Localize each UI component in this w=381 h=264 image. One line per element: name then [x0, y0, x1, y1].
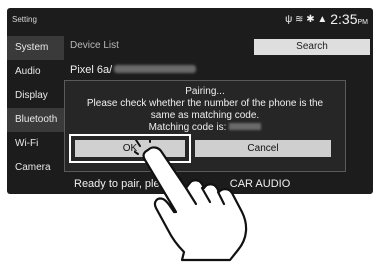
sidebar-item-label: Audio [15, 66, 41, 77]
sidebar-item-audio[interactable]: Audio [7, 60, 64, 84]
dialog-title: Pairing... [185, 86, 225, 97]
screen-title: Setting [12, 15, 37, 24]
sidebar-item-label: Wi-Fi [15, 138, 39, 149]
dialog-message-line1: Please check whether the number of the p… [86, 98, 324, 109]
clock-time: 2:35 [330, 11, 358, 27]
sidebar-item-label: Camera [15, 162, 51, 173]
clock-ampm: PM [357, 19, 369, 26]
sidebar-item-bluetooth[interactable]: Bluetooth [7, 108, 64, 132]
status-area: ψ ≋ ✱ ▲ 2:35PM [285, 11, 368, 27]
search-button[interactable]: Search [254, 39, 370, 55]
sidebar-item-display[interactable]: Display [7, 84, 64, 108]
device-name: Pixel 6a/ [70, 64, 113, 76]
device-list-item[interactable]: Pixel 6a/ [70, 59, 300, 81]
sidebar-item-camera[interactable]: Camera [7, 156, 64, 180]
matching-code-row: Matching code is: [65, 122, 345, 133]
redacted-code [229, 123, 262, 130]
matching-code-label: Matching code is: [148, 122, 227, 133]
sidebar-item-label: Bluetooth [15, 114, 58, 125]
sidebar-item-label: Display [15, 90, 48, 101]
status-icons: ψ ≋ ✱ ▲ [285, 14, 328, 25]
settings-sidebar: System Audio Display Bluetooth Wi-Fi Cam… [7, 36, 64, 194]
sidebar-item-wifi[interactable]: Wi-Fi [7, 132, 64, 156]
dialog-message-line2: same as matching code. [150, 110, 260, 121]
sidebar-item-label: System [15, 42, 49, 53]
pointing-hand-icon [134, 140, 248, 262]
sidebar-item-system[interactable]: System [7, 36, 64, 60]
top-bar: Setting ψ ≋ ✱ ▲ 2:35PM [7, 8, 373, 31]
redacted-address [114, 65, 197, 73]
device-list-header: Device List [70, 40, 119, 51]
